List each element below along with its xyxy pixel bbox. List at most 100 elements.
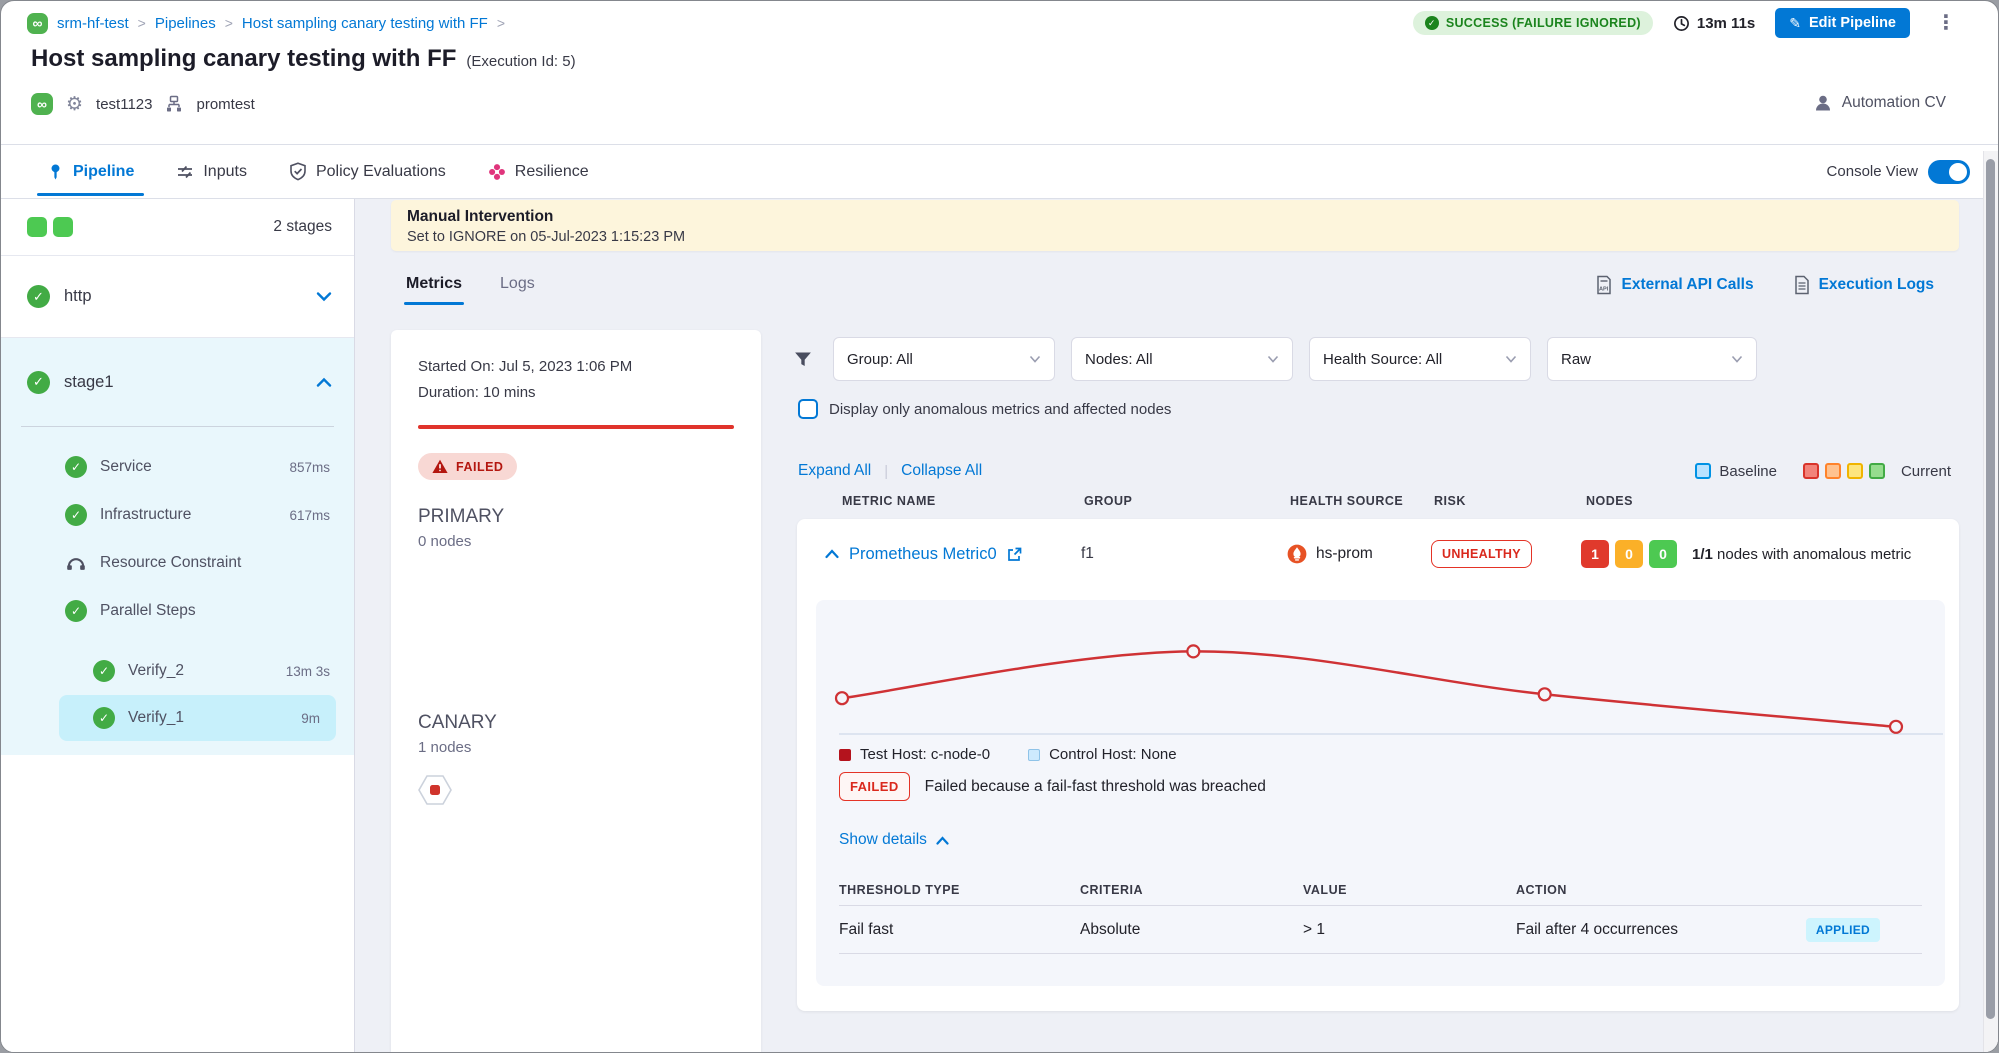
- col-metric-name: METRIC NAME: [825, 494, 1084, 508]
- step-verify-2[interactable]: Verify_2 13m 3s: [1, 647, 354, 695]
- breadcrumb-pipelines[interactable]: Pipelines: [155, 15, 216, 32]
- chevron-up-icon[interactable]: [825, 549, 839, 559]
- current-swatch-green: [1869, 463, 1885, 479]
- threshold-action: Fail after 4 occurrences: [1516, 921, 1678, 939]
- chart-legend: Test Host: c-node-0 Control Host: None: [839, 746, 1177, 763]
- kebab-menu-icon[interactable]: [1930, 11, 1962, 35]
- check-circle-icon: [1425, 16, 1439, 30]
- status-badge: SUCCESS (FAILURE IGNORED): [1413, 11, 1653, 35]
- step-parallel-steps[interactable]: Parallel Steps: [1, 587, 354, 635]
- success-check-icon: [27, 285, 50, 308]
- breadcrumb-pipeline-name[interactable]: Host sampling canary testing with FF: [242, 15, 488, 32]
- breadcrumb-project[interactable]: srm-hf-test: [57, 15, 129, 32]
- tab-pipeline[interactable]: Pipeline: [47, 163, 134, 181]
- metric-chart-panel: Test Host: c-node-0 Control Host: None F…: [816, 600, 1945, 986]
- tab-metrics[interactable]: Metrics: [406, 275, 462, 293]
- success-check-icon: [65, 456, 87, 478]
- canary-node-hexagon[interactable]: [418, 774, 452, 806]
- step-verify-1[interactable]: Verify_1 9m: [59, 695, 336, 741]
- chevron-down-icon: [1267, 355, 1279, 363]
- progress-bar-failed: [418, 425, 734, 429]
- col-group: GROUP: [1084, 494, 1290, 508]
- banner-message: Set to IGNORE on 05-Jul-2023 1:15:23 PM: [407, 229, 1943, 245]
- filter-row: Group: All Nodes: All Health Source: All…: [780, 337, 1959, 381]
- chevron-up-icon[interactable]: [316, 377, 332, 388]
- stage-status-square: [53, 217, 73, 237]
- edit-pipeline-button[interactable]: Edit Pipeline: [1775, 8, 1910, 38]
- breadcrumb: srm-hf-test > Pipelines > Host sampling …: [27, 10, 505, 36]
- health-source-filter-dropdown[interactable]: Health Source: All: [1309, 337, 1531, 381]
- metric-card: Prometheus Metric0 f1 hs-prom UNHEALTHY …: [797, 519, 1959, 1011]
- step-service[interactable]: Service 857ms: [1, 443, 354, 491]
- page-title: Host sampling canary testing with FF: [31, 45, 456, 73]
- control-host-legend: Control Host: None: [1028, 746, 1177, 763]
- canary-nodes: 1 nodes: [418, 739, 734, 756]
- chart-color-legend: Baseline Current: [1695, 463, 1951, 480]
- manual-intervention-banner: Manual Intervention Set to IGNORE on 05-…: [391, 200, 1959, 251]
- step-resource-constraint[interactable]: Resource Constraint: [1, 539, 354, 587]
- service-logo-icon: [31, 93, 53, 115]
- success-check-icon: [65, 600, 87, 622]
- nodes-filter-dropdown[interactable]: Nodes: All: [1071, 337, 1293, 381]
- user-name: Automation CV: [1842, 94, 1946, 112]
- inputs-icon: [176, 163, 194, 181]
- show-details-link[interactable]: Show details: [839, 831, 949, 849]
- primary-label: PRIMARY: [418, 506, 734, 528]
- chevron-down-icon: [1505, 355, 1517, 363]
- elapsed-time: 13m 11s: [1673, 15, 1755, 32]
- primary-nodes: 0 nodes: [418, 533, 734, 550]
- metrics-pane: Group: All Nodes: All Health Source: All…: [780, 331, 1959, 1052]
- metric-health-source: hs-prom: [1287, 544, 1431, 564]
- tab-policy-evaluations[interactable]: Policy Evaluations: [289, 162, 446, 181]
- tab-logs[interactable]: Logs: [500, 275, 535, 293]
- expand-all-link[interactable]: Expand All: [798, 462, 871, 480]
- expand-collapse-row: Expand All | Collapse All Baseline: [798, 457, 1951, 485]
- health-source-name[interactable]: promtest: [196, 96, 254, 113]
- main-tabbar: Pipeline Inputs Policy Evaluations Resil…: [1, 144, 1998, 199]
- applied-badge: APPLIED: [1806, 918, 1880, 942]
- test-host-legend: Test Host: c-node-0: [839, 746, 990, 763]
- tab-resilience[interactable]: Resilience: [488, 163, 589, 181]
- harness-logo-icon: [27, 13, 48, 34]
- sidebar-stage-stage1[interactable]: stage1: [1, 338, 354, 426]
- step-infrastructure[interactable]: Infrastructure 617ms: [1, 491, 354, 539]
- node-counts: 1 0 0 1/1 nodes with anomalous metric: [1581, 540, 1959, 568]
- console-view-toggle[interactable]: [1928, 160, 1970, 184]
- chevron-down-icon: [1029, 355, 1041, 363]
- filter-funnel-icon[interactable]: [794, 351, 812, 368]
- anomalous-checkbox-label[interactable]: Display only anomalous metrics and affec…: [829, 401, 1171, 418]
- tab-inputs[interactable]: Inputs: [176, 163, 247, 181]
- banner-title: Manual Intervention: [407, 208, 1943, 226]
- group-filter-dropdown[interactable]: Group: All: [833, 337, 1055, 381]
- threshold-table: THRESHOLD TYPE CRITERIA VALUE ACTION Fai…: [839, 874, 1922, 954]
- canary-label: CANARY: [418, 712, 734, 734]
- collapse-all-link[interactable]: Collapse All: [901, 462, 982, 480]
- shield-check-icon: [289, 162, 307, 181]
- stages-header: 2 stages: [1, 199, 354, 256]
- sidebar-stage-http[interactable]: http: [1, 256, 354, 338]
- service-name[interactable]: test1123: [96, 96, 152, 113]
- risk-badge: UNHEALTHY: [1431, 540, 1532, 568]
- chevron-down-icon[interactable]: [316, 291, 332, 302]
- execution-logs-link[interactable]: Execution Logs: [1794, 275, 1934, 295]
- failed-status-pill: FAILED: [418, 453, 517, 480]
- node-count-unhealthy: 1: [1581, 540, 1609, 568]
- scrollbar-track[interactable]: [1983, 151, 1998, 1052]
- metrics-table-header: METRIC NAME GROUP HEALTH SOURCE RISK NOD…: [780, 488, 1959, 514]
- node-count-warning: 0: [1615, 540, 1643, 568]
- success-check-icon: [65, 504, 87, 526]
- external-api-calls-link[interactable]: API External API Calls: [1595, 275, 1754, 295]
- app-window: srm-hf-test > Pipelines > Host sampling …: [0, 0, 1999, 1053]
- mode-dropdown[interactable]: Raw: [1547, 337, 1757, 381]
- breadcrumb-separator: >: [138, 15, 146, 31]
- external-link-icon[interactable]: [1007, 547, 1022, 562]
- failure-message: Failed because a fail-fast threshold was…: [925, 778, 1266, 796]
- current-legend-item: Current: [1803, 463, 1951, 480]
- api-document-icon: API: [1595, 275, 1613, 295]
- anomalous-checkbox[interactable]: [798, 399, 818, 419]
- divider: |: [884, 463, 888, 480]
- scrollbar-thumb[interactable]: [1986, 159, 1995, 1019]
- started-on: Started On: Jul 5, 2023 1:06 PM: [418, 358, 734, 375]
- metric-name-link[interactable]: Prometheus Metric0: [849, 545, 997, 564]
- threshold-type: Fail fast: [839, 921, 1080, 939]
